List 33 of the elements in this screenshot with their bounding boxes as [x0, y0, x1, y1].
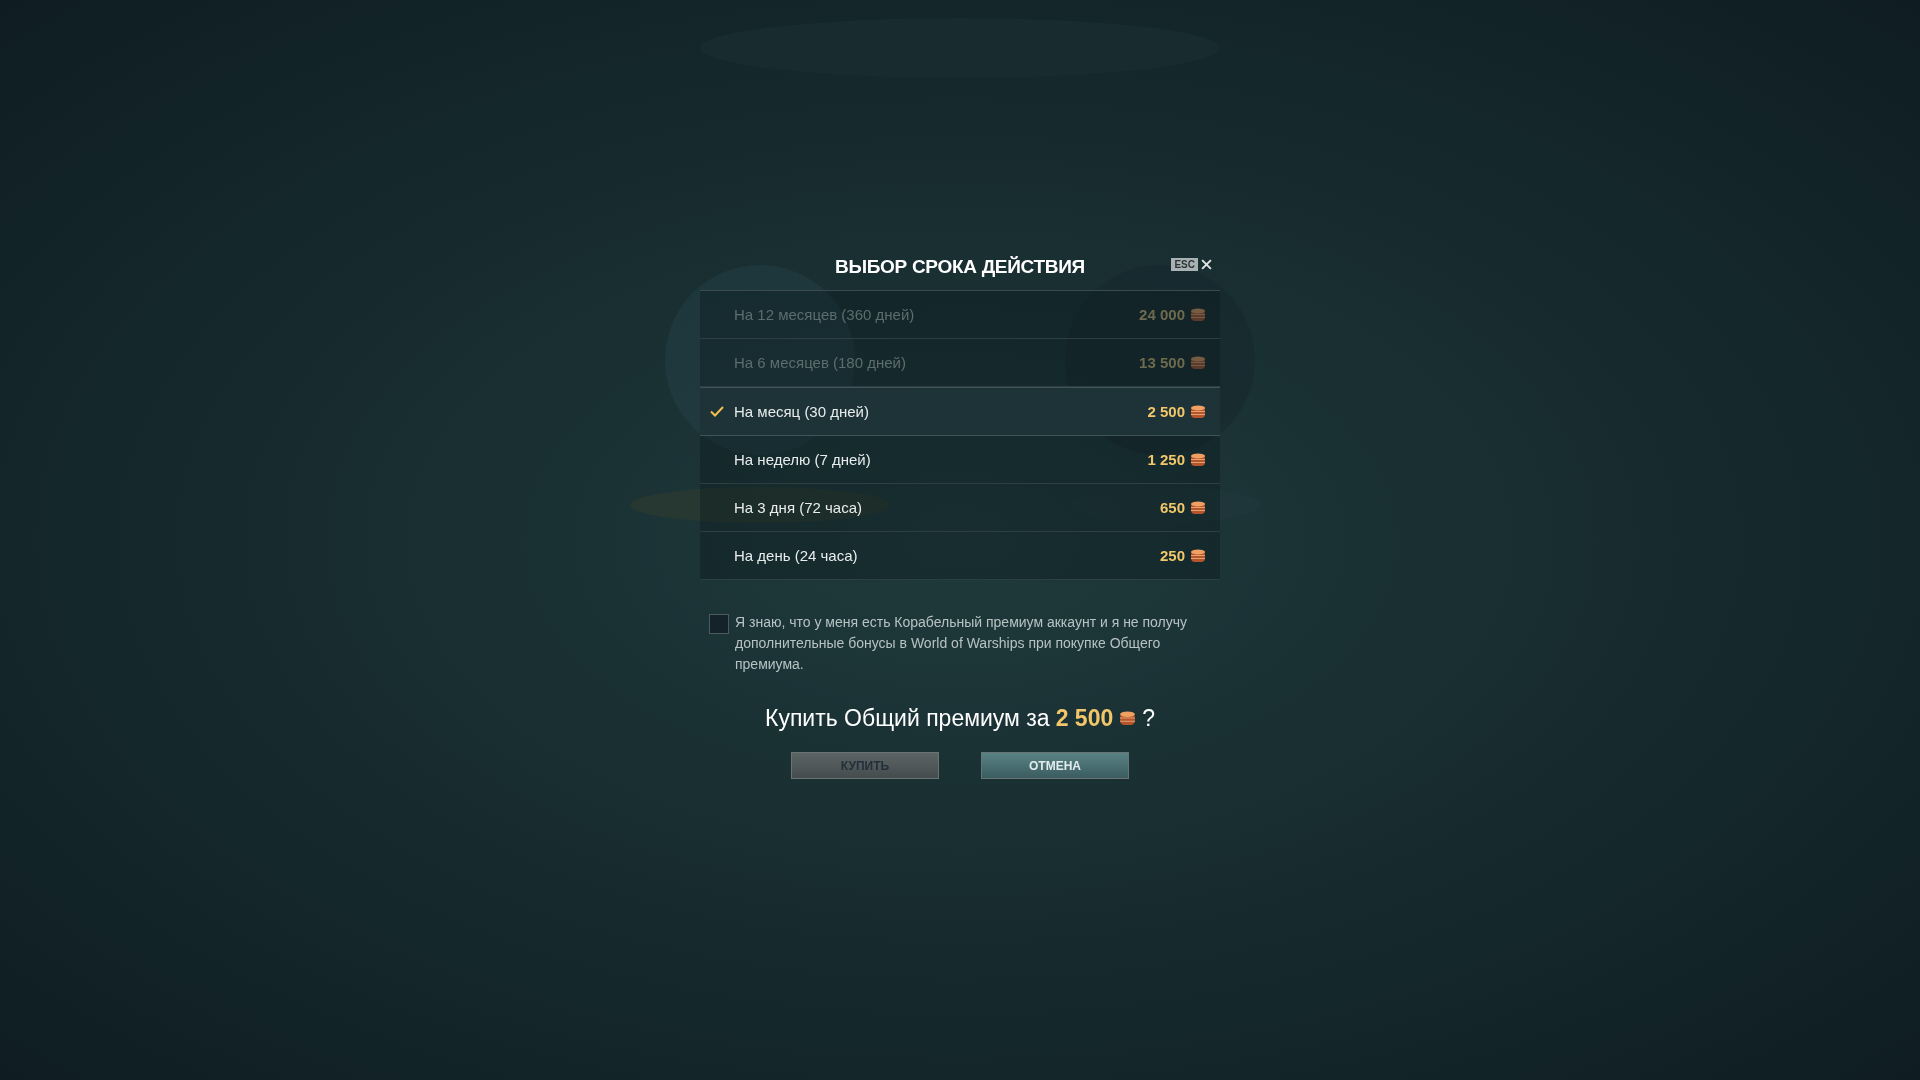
dialog-title: ВЫБОР СРОКА ДЕЙСТВИЯ — [835, 256, 1085, 278]
doubloon-icon — [1190, 306, 1206, 323]
doubloon-icon — [1190, 547, 1206, 564]
option-price: 250 — [1159, 547, 1185, 564]
agreement-text: Я знаю, что у меня есть Корабельный премиум аккаунт и я не получу дополнительные бонусы в World of Warships при покупке Общего премиума. — [735, 613, 1189, 674]
option-label: На 12 месяцев (360 дней) — [734, 306, 916, 323]
option-price: 650 — [1159, 499, 1185, 516]
cancel-button[interactable]: ОТМЕНА — [981, 752, 1129, 779]
doubloon-icon — [1119, 710, 1137, 727]
option-price: 24 000 — [1139, 306, 1185, 323]
question-text: Купить Общий премиум за — [765, 705, 1050, 732]
duration-option[interactable]: На неделю (7 дней) 1 250 — [700, 436, 1220, 484]
check-icon — [710, 406, 724, 417]
doubloon-icon — [1190, 354, 1206, 371]
close-icon[interactable] — [1201, 259, 1212, 270]
doubloon-icon — [1190, 451, 1206, 468]
option-label: На день (24 часа) — [734, 547, 859, 564]
agreement-checkbox[interactable] — [709, 614, 729, 634]
duration-option[interactable]: На 3 дня (72 часа) 650 — [700, 484, 1220, 532]
option-label: На 6 месяцев (180 дней) — [734, 354, 907, 371]
doubloon-icon — [1190, 499, 1206, 516]
esc-key-hint: ESC — [1171, 258, 1198, 271]
duration-option[interactable]: На день (24 часа) 250 — [700, 532, 1220, 580]
option-label: На неделю (7 дней) — [734, 451, 872, 468]
option-label: На месяц (30 дней) — [734, 403, 870, 420]
duration-option[interactable]: На месяц (30 дней) 2 500 — [700, 387, 1220, 436]
question-mark: ? — [1142, 705, 1155, 732]
doubloon-icon — [1190, 403, 1206, 420]
option-price: 13 500 — [1139, 354, 1185, 371]
option-label: На 3 дня (72 часа) — [734, 499, 864, 516]
option-price: 2 500 — [1147, 403, 1185, 420]
option-price: 1 250 — [1147, 451, 1185, 468]
total-price: 2 500 — [1055, 705, 1114, 732]
